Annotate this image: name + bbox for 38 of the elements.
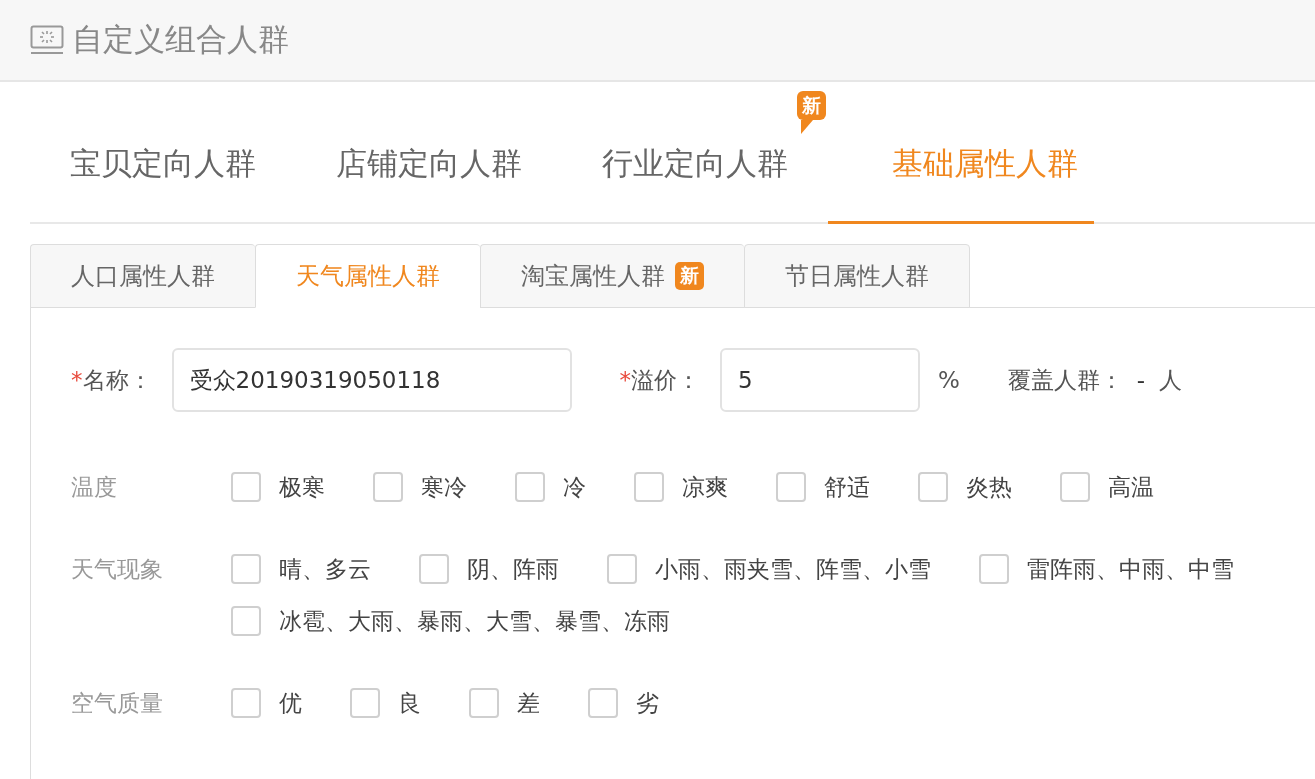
coverage-label: 覆盖人群：: [1007, 365, 1123, 395]
coverage-value: -: [1136, 367, 1146, 393]
option-checkbox[interactable]: 冰雹、大雨、暴雨、大雪、暴雪、冻雨: [231, 604, 670, 638]
name-input[interactable]: 受众20190319050118: [171, 348, 572, 412]
category-tab[interactable]: 店铺定向人群: [296, 143, 562, 224]
field-label: 名称：: [82, 365, 152, 395]
option-checkbox[interactable]: 舒适: [776, 470, 870, 504]
group-label: 温度: [71, 473, 118, 502]
option-checkbox[interactable]: 极寒: [231, 470, 325, 504]
group-label: 天气现象: [71, 555, 164, 584]
required-mark: *: [619, 367, 631, 393]
option-checkbox[interactable]: 优: [231, 686, 302, 720]
new-badge: 新: [675, 262, 704, 290]
option-checkbox[interactable]: 小雨、雨夹雪、阵雪、小雪: [607, 552, 931, 586]
option-checkbox[interactable]: 阴、阵雨: [419, 552, 559, 586]
field-label: 溢价：: [631, 365, 700, 395]
required-mark: *: [71, 367, 83, 393]
option-checkbox[interactable]: 雷阵雨、中雨、中雪: [979, 552, 1234, 586]
premium-input[interactable]: 5: [720, 348, 920, 412]
subcategory-tab[interactable]: 淘宝属性人群 新: [480, 244, 744, 308]
option-checkbox[interactable]: 劣: [588, 686, 659, 720]
unit-label: 人: [1159, 365, 1183, 395]
option-checkbox[interactable]: 晴、多云: [231, 552, 371, 586]
option-checkbox[interactable]: 冷: [515, 470, 586, 504]
option-checkbox[interactable]: 差: [469, 686, 540, 720]
option-checkbox[interactable]: 寒冷: [373, 470, 467, 504]
option-checkbox[interactable]: 炎热: [918, 470, 1012, 504]
option-checkbox[interactable]: 良: [350, 686, 421, 720]
unit-label: %: [938, 367, 960, 393]
category-tab[interactable]: 宝贝定向人群: [30, 143, 296, 224]
screen-icon: [30, 25, 64, 55]
page-title: 自定义组合人群: [72, 20, 289, 59]
category-tab[interactable]: 行业定向人群: [562, 143, 828, 224]
option-checkbox[interactable]: 凉爽: [634, 470, 728, 504]
group-label: 空气质量: [71, 689, 164, 718]
subcategory-tab[interactable]: 节日属性人群: [744, 244, 970, 308]
option-checkbox[interactable]: 高温: [1060, 470, 1154, 504]
subcategory-tab[interactable]: 人口属性人群: [30, 244, 255, 308]
